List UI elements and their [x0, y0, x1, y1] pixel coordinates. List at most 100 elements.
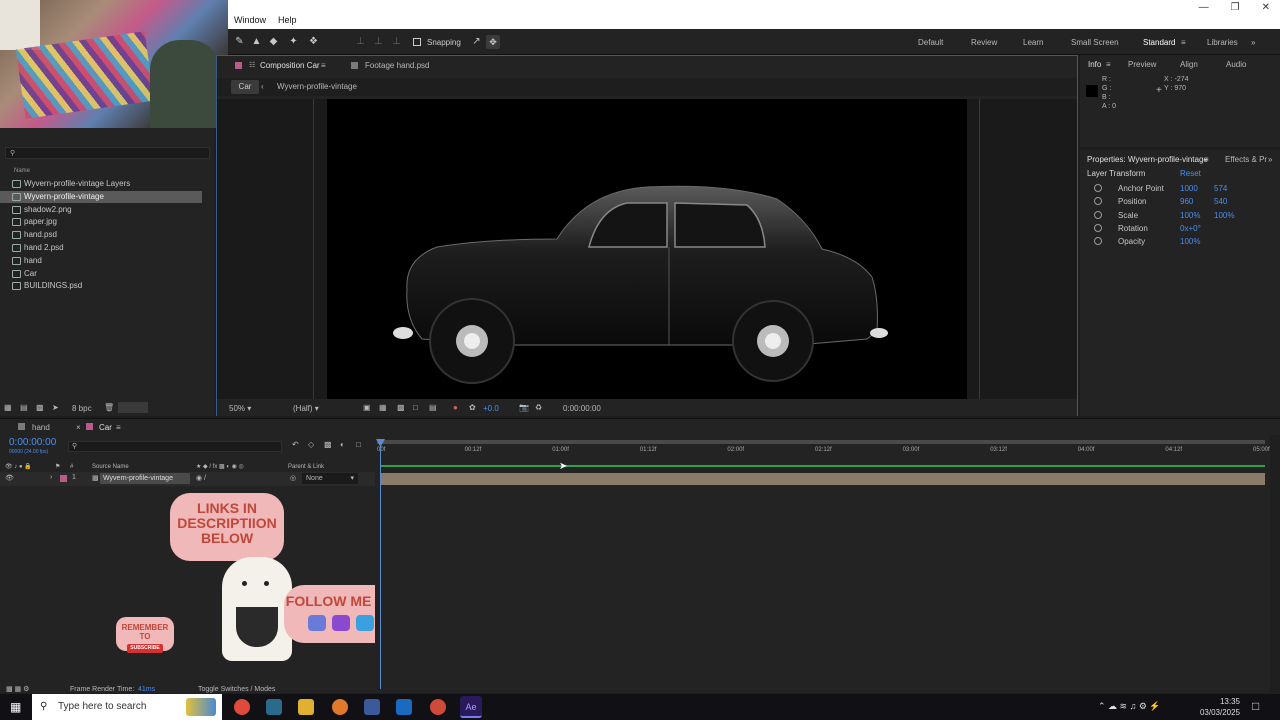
channel-icon[interactable]: ●: [453, 403, 458, 412]
composition-canvas[interactable]: [327, 99, 967, 399]
minimize-icon[interactable]: —: [1199, 2, 1209, 13]
info-tab-menu-icon[interactable]: ≡: [1106, 60, 1111, 69]
breadcrumb-car[interactable]: Car: [231, 80, 259, 94]
more-panels-icon[interactable]: »: [1268, 155, 1272, 164]
shy-icon[interactable]: ◇: [308, 440, 314, 449]
properties-menu-icon[interactable]: ≡: [1204, 155, 1209, 164]
property-row[interactable]: Opacity 100%: [1080, 235, 1280, 248]
workspace-menu-icon[interactable]: ≡: [1181, 38, 1207, 47]
chrome-icon[interactable]: [234, 699, 250, 715]
properties-title[interactable]: Properties: Wyvern-profile-vintage: [1087, 155, 1208, 164]
column-source-name[interactable]: Source Name: [92, 464, 129, 470]
viewer-timecode[interactable]: 0:00:00:00: [563, 404, 601, 413]
delete-icon[interactable]: 🗑: [104, 403, 114, 412]
property-value-2[interactable]: 574: [1214, 184, 1227, 193]
pickwhip-icon[interactable]: ◎: [290, 474, 296, 482]
property-row[interactable]: Rotation 0x+0°: [1080, 222, 1280, 235]
layer-name[interactable]: Wyvern-profile-vintage: [100, 473, 190, 484]
close-tab-icon[interactable]: ×: [76, 423, 81, 432]
stopwatch-icon[interactable]: [1094, 184, 1102, 192]
layer-row[interactable]: 👁 › 1 ▩ Wyvern-profile-vintage ◉ / ◎ Non…: [0, 472, 375, 486]
motion-blur-icon[interactable]: ◐: [340, 440, 345, 449]
axis-view-icon[interactable]: ⊥: [391, 36, 402, 47]
stopwatch-icon[interactable]: [1094, 210, 1102, 219]
workspace-review[interactable]: Review: [971, 38, 1023, 47]
project-search-input[interactable]: ⚲: [5, 147, 210, 159]
show-snapshot-icon[interactable]: ♻: [535, 403, 542, 412]
after-effects-icon[interactable]: Ae: [460, 696, 482, 718]
layer-search-input[interactable]: ⚲: [68, 441, 282, 452]
project-item[interactable]: Car: [0, 268, 202, 280]
eraser-tool-icon[interactable]: ◆: [268, 36, 279, 47]
expand-layer-icon[interactable]: ›: [50, 474, 52, 481]
timeline-track-area[interactable]: 00f 00:12f 01:00f 01:12f 02:00f 02:12f 03:00f 0…: [375, 435, 1270, 693]
app-icon-1[interactable]: [266, 699, 282, 715]
layer-transform-heading[interactable]: Layer Transform: [1087, 169, 1145, 178]
property-value-1[interactable]: 100%: [1180, 237, 1200, 246]
tab-audio[interactable]: Audio: [1226, 60, 1246, 69]
clone-stamp-tool-icon[interactable]: ▲: [251, 36, 262, 47]
close-icon[interactable]: ✕: [1262, 2, 1270, 13]
work-area-bar[interactable]: [377, 440, 1265, 444]
comp-flowchart-icon[interactable]: ↶: [292, 440, 299, 449]
workspace-libraries[interactable]: Libraries: [1207, 38, 1251, 47]
project-item[interactable]: shadow2.png: [0, 204, 202, 216]
exposure-reset-icon[interactable]: ✿: [469, 403, 476, 412]
graph-editor-icon[interactable]: □: [356, 440, 361, 449]
column-parent-link[interactable]: Parent & Link: [288, 464, 324, 470]
puppet-tool-icon[interactable]: ❖: [308, 36, 319, 47]
guides-icon[interactable]: □: [413, 403, 418, 412]
project-item[interactable]: hand 2.psd: [0, 242, 202, 254]
project-item[interactable]: paper.jpg: [0, 216, 202, 228]
tab-info[interactable]: Info: [1088, 60, 1101, 69]
tab-effects-presets[interactable]: Effects & Pr: [1225, 155, 1267, 164]
workspace-default[interactable]: Default: [918, 38, 971, 47]
notifications-icon[interactable]: □: [1252, 699, 1259, 713]
tab-car[interactable]: Car: [99, 423, 112, 432]
layer-label-color[interactable]: [60, 475, 67, 482]
property-value-1[interactable]: 1000: [1180, 184, 1198, 193]
app-icon-2[interactable]: [332, 699, 348, 715]
frame-blend-icon[interactable]: ▩: [324, 440, 332, 449]
layer-duration-bar[interactable]: [380, 473, 1265, 485]
chrome-icon-2[interactable]: [430, 699, 446, 715]
project-item[interactable]: Wyvern-profile-vintage Layers: [0, 178, 202, 190]
stopwatch-icon[interactable]: [1094, 237, 1102, 246]
stopwatch-icon[interactable]: [1094, 223, 1102, 232]
toggle-switches-modes[interactable]: Toggle Switches / Modes: [198, 686, 275, 693]
taskbar-clock[interactable]: 13:35 03/03/2025: [1200, 696, 1240, 718]
tab-footage-hand[interactable]: Footage hand.psd: [365, 61, 430, 70]
workspace-standard[interactable]: Standard: [1143, 38, 1181, 47]
property-value-1[interactable]: 0x+0°: [1180, 224, 1201, 233]
lock-icon[interactable]: ☷: [249, 61, 255, 69]
axis-world-icon[interactable]: ⊥: [373, 36, 384, 47]
more-workspaces-icon[interactable]: »: [1251, 38, 1263, 47]
snapshot-icon[interactable]: 📷: [519, 403, 529, 412]
transparency-grid-icon[interactable]: ▦: [379, 403, 387, 412]
stopwatch-icon[interactable]: [1094, 197, 1102, 206]
project-item[interactable]: BUILDINGS.psd: [0, 280, 202, 292]
layer-switches-icon[interactable]: ◉ /: [196, 474, 206, 482]
roto-brush-tool-icon[interactable]: ✦: [288, 36, 299, 47]
timeline-menu-icon[interactable]: ≡: [116, 423, 121, 432]
property-value-2[interactable]: 540: [1214, 197, 1227, 206]
current-time-display[interactable]: 0:00:00:00: [9, 437, 56, 448]
tab-hand[interactable]: hand: [32, 423, 50, 432]
project-column-name[interactable]: Name: [14, 168, 30, 174]
menu-help[interactable]: Help: [278, 15, 297, 25]
snapping-checkbox[interactable]: [413, 38, 421, 46]
project-item[interactable]: Wyvern-profile-vintage: [0, 190, 202, 203]
menu-window[interactable]: Window: [234, 15, 266, 25]
breadcrumb-wyvern[interactable]: Wyvern-profile-vintage: [277, 82, 357, 91]
property-value-2[interactable]: 100%: [1214, 211, 1234, 220]
project-item[interactable]: hand: [0, 255, 202, 267]
playhead[interactable]: [380, 441, 381, 689]
flowchart-icon[interactable]: ➤: [52, 403, 59, 412]
new-folder-icon[interactable]: ▤: [20, 403, 28, 412]
tab-composition-car[interactable]: Composition Car: [260, 61, 320, 70]
reset-button[interactable]: Reset: [1180, 169, 1201, 178]
file-explorer-icon[interactable]: [298, 699, 314, 715]
parent-select[interactable]: None ▾: [302, 473, 358, 484]
tab-align[interactable]: Align: [1180, 60, 1198, 69]
axis-local-icon[interactable]: ⊥: [355, 36, 366, 47]
